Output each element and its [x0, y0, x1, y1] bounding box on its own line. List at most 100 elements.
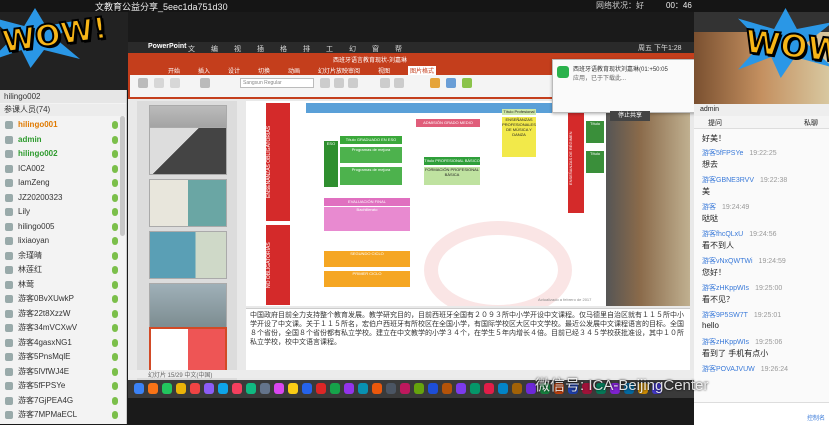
dock-app-icon[interactable]	[204, 383, 214, 394]
mic-icon[interactable]	[112, 367, 118, 376]
ribbon-tab[interactable]: 图片格式	[408, 66, 437, 75]
participant-item[interactable]: hilingo001	[0, 118, 118, 132]
dock-app-icon[interactable]	[456, 383, 466, 394]
participant-item[interactable]: 游客34mVCXwV	[0, 321, 118, 335]
styles-icon[interactable]	[462, 78, 472, 88]
cut-icon[interactable]	[154, 78, 164, 88]
mic-icon[interactable]	[112, 353, 118, 361]
participant-item[interactable]: hilingo005	[0, 220, 118, 234]
mic-icon[interactable]	[112, 164, 118, 173]
mic-icon[interactable]	[112, 295, 118, 303]
dock-app-icon[interactable]	[148, 383, 158, 394]
slide-canvas[interactable]: ENSEÑANZAS OBLIGATORIAS NO OBLIGATORIAS …	[246, 101, 690, 306]
mic-icon[interactable]	[112, 222, 118, 231]
participant-item[interactable]: 游客7GjPEA4G	[0, 394, 118, 408]
participant-item[interactable]: 游客4gasxNG1	[0, 336, 118, 350]
participant-item[interactable]: admin	[0, 133, 118, 147]
participant-item[interactable]: 余瑾晴	[0, 249, 118, 263]
mic-icon[interactable]	[112, 382, 118, 390]
font-name-select[interactable]: Sangsun Regular	[240, 78, 314, 88]
copy-icon[interactable]	[170, 78, 180, 88]
dock-app-icon[interactable]	[288, 383, 298, 394]
mic-icon[interactable]	[112, 324, 118, 332]
participant-item[interactable]: 游客5lVfWJ4E	[0, 365, 118, 379]
dock-app-icon[interactable]	[372, 383, 382, 394]
ribbon-tab[interactable]: 开始	[168, 66, 180, 75]
mic-icon[interactable]	[112, 121, 118, 129]
dock-app-icon[interactable]	[232, 383, 242, 394]
ribbon-tab[interactable]: 审阅	[348, 66, 360, 75]
participant-item[interactable]: 游客0BvXUwkP	[0, 292, 118, 306]
mic-icon[interactable]	[112, 179, 118, 187]
mic-icon[interactable]	[112, 396, 118, 405]
dock-app-icon[interactable]	[484, 383, 494, 394]
speaker-notes[interactable]: 中国政府目前全力支持整个教育发展。教学研究目的，目前西班牙全国有２０９３所中小学…	[246, 308, 690, 378]
participant-item[interactable]: 游客22t8XzzW	[0, 307, 118, 321]
tab-questions[interactable]: 提问	[708, 118, 722, 128]
mic-icon[interactable]	[112, 208, 118, 216]
chat-input-area[interactable]: 控制名	[694, 402, 829, 425]
chat-sender[interactable]: 游客POVAJVUW	[702, 366, 755, 373]
ribbon-tab[interactable]: 视图	[378, 66, 390, 75]
dock-app-icon[interactable]	[316, 383, 326, 394]
dock-app-icon[interactable]	[428, 383, 438, 394]
dock-app-icon[interactable]	[470, 383, 480, 394]
arrange-icon[interactable]	[446, 78, 456, 88]
bold-icon[interactable]	[320, 78, 330, 88]
participants-scrollbar[interactable]	[120, 116, 125, 236]
dock-app-icon[interactable]	[274, 383, 284, 394]
dock-app-icon[interactable]	[302, 383, 312, 394]
mic-icon[interactable]	[112, 280, 118, 289]
dock-app-icon[interactable]	[414, 383, 424, 394]
slide-thumb[interactable]: 14	[149, 231, 227, 279]
chat-sender[interactable]: 游客zHKppWIs	[702, 285, 749, 292]
dock-app-icon[interactable]	[358, 383, 368, 394]
chat-sender[interactable]: 游客	[702, 204, 716, 211]
participant-item[interactable]: 林莺	[0, 278, 118, 292]
mic-icon[interactable]	[112, 237, 118, 245]
mic-icon[interactable]	[112, 338, 118, 347]
mic-icon[interactable]	[112, 411, 118, 419]
underline-icon[interactable]	[348, 78, 358, 88]
mic-icon[interactable]	[112, 150, 118, 158]
participant-item[interactable]: 游客7MPMaECL	[0, 408, 118, 422]
dock-app-icon[interactable]	[442, 383, 452, 394]
paste-icon[interactable]	[138, 78, 148, 88]
participant-item[interactable]: 游客5fFPSYe	[0, 379, 118, 393]
ribbon-tab[interactable]: 动画	[288, 66, 300, 75]
dock-app-icon[interactable]	[400, 383, 410, 394]
new-slide-icon[interactable]	[200, 78, 210, 88]
dock-app-icon[interactable]	[260, 383, 270, 394]
dock-app-icon[interactable]	[386, 383, 396, 394]
slide-thumb[interactable]: 12	[149, 127, 227, 175]
dock-app-icon[interactable]	[246, 383, 256, 394]
italic-icon[interactable]	[334, 78, 344, 88]
ribbon-tab[interactable]: 切换	[258, 66, 270, 75]
participant-item[interactable]: JZ20200323	[0, 191, 118, 205]
slide-thumb-selected[interactable]	[149, 327, 227, 375]
dock-app-icon[interactable]	[134, 383, 144, 394]
stop-sharing-button[interactable]: 停止共享	[610, 111, 650, 121]
mic-icon[interactable]	[112, 135, 118, 144]
ribbon-tab[interactable]: 幻灯片放映	[318, 66, 348, 75]
bullets-icon[interactable]	[394, 78, 404, 88]
slide-thumb[interactable]: 13	[149, 179, 227, 227]
screen-share-notification[interactable]: 西班牙语教育现状刘嘉琳(01:+50:05 应用，已于下载此...	[552, 59, 696, 113]
dock-app-icon[interactable]	[512, 383, 522, 394]
participant-item[interactable]: ICA002	[0, 162, 118, 176]
participant-item[interactable]: 林莲红	[0, 263, 118, 277]
shapes-icon[interactable]	[430, 78, 440, 88]
chat-sender[interactable]: 游客vNxQWTWi	[702, 258, 753, 265]
dock-app-icon[interactable]	[218, 383, 228, 394]
participant-item[interactable]: hilingo002	[0, 147, 118, 161]
ribbon-tab[interactable]: 插入	[198, 66, 210, 75]
tab-private[interactable]: 私聊	[804, 118, 818, 128]
align-icon[interactable]	[380, 78, 390, 88]
dock-app-icon[interactable]	[344, 383, 354, 394]
chat-sender[interactable]: 游客fhcQLxU	[702, 231, 743, 238]
chat-sender[interactable]: 游客9P5SW7T	[702, 312, 748, 319]
mic-icon[interactable]	[112, 266, 118, 274]
participant-item[interactable]: lixiaoyan	[0, 234, 118, 248]
chat-sender[interactable]: 游客GBNE3RVV	[702, 177, 754, 184]
dock-app-icon[interactable]	[176, 383, 186, 394]
